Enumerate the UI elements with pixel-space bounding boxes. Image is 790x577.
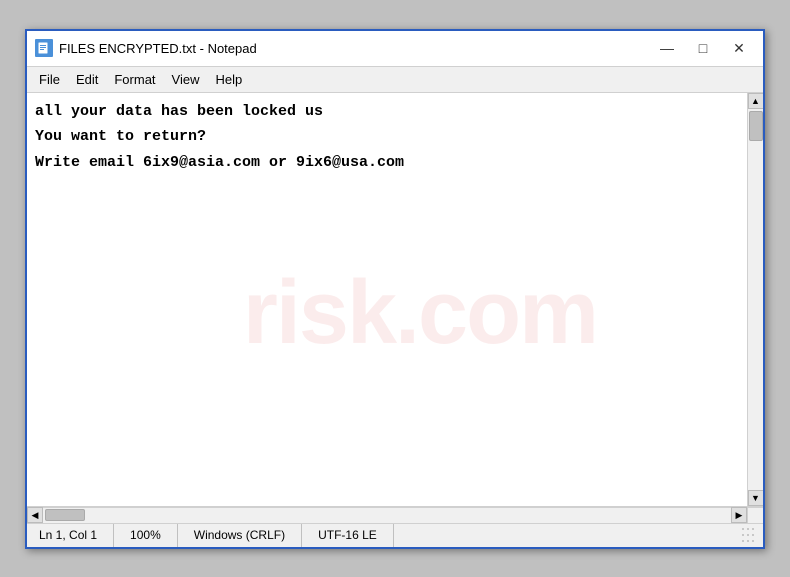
status-zoom: 100% [114,524,178,547]
status-line-ending: Windows (CRLF) [178,524,302,547]
scroll-down-arrow[interactable]: ▼ [748,490,764,506]
notepad-icon [35,39,53,57]
vertical-scrollbar[interactable]: ▲ ▼ [747,93,763,506]
menu-help[interactable]: Help [207,70,250,89]
scroll-left-arrow[interactable]: ◀ [27,507,43,523]
scroll-track-h[interactable] [43,508,731,523]
status-position: Ln 1, Col 1 [27,524,114,547]
scroll-up-arrow[interactable]: ▲ [748,93,764,109]
scroll-thumb-v[interactable] [749,111,763,141]
horizontal-scrollbar-row: ◀ ▶ [27,507,763,523]
close-button[interactable]: ✕ [723,36,755,60]
menu-edit[interactable]: Edit [68,70,106,89]
editor-area: all your data has been locked us You wan… [27,93,763,507]
scroll-track-v[interactable] [748,109,763,490]
maximize-button[interactable]: □ [687,36,719,60]
resize-grip [741,527,757,543]
title-bar: FILES ENCRYPTED.txt - Notepad — □ ✕ [27,31,763,67]
notepad-window: FILES ENCRYPTED.txt - Notepad — □ ✕ File… [25,29,765,549]
menu-file[interactable]: File [31,70,68,89]
window-controls: — □ ✕ [651,36,755,60]
text-content[interactable]: all your data has been locked us You wan… [27,93,747,506]
title-bar-left: FILES ENCRYPTED.txt - Notepad [35,39,257,57]
status-bar: Ln 1, Col 1 100% Windows (CRLF) UTF-16 L… [27,523,763,547]
menu-bar: File Edit Format View Help [27,67,763,93]
scroll-thumb-h[interactable] [45,509,85,521]
menu-format[interactable]: Format [106,70,163,89]
status-encoding: UTF-16 LE [302,524,394,547]
scroll-corner [747,508,763,524]
window-title: FILES ENCRYPTED.txt - Notepad [59,41,257,56]
minimize-button[interactable]: — [651,36,683,60]
horizontal-scrollbar[interactable]: ◀ ▶ [27,508,747,523]
menu-view[interactable]: View [164,70,208,89]
scroll-right-arrow[interactable]: ▶ [731,507,747,523]
status-grip-area [725,524,763,547]
